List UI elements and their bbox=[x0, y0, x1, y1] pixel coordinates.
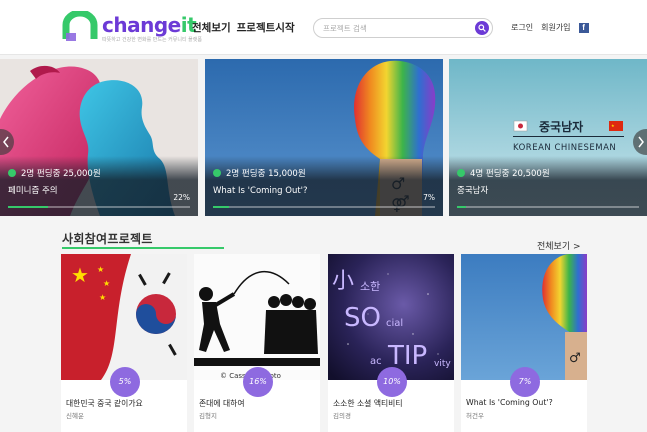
slide-funding: 4명 펀딩중 20,500원 bbox=[457, 167, 550, 179]
carousel-next-button[interactable] bbox=[633, 129, 647, 155]
slide-progress-bar bbox=[8, 206, 190, 208]
whip-image: © Cassiu... Photo bbox=[194, 254, 320, 380]
card-title: What Is 'Coming Out'? bbox=[466, 398, 553, 407]
slide-funding: 2명 펀딩중 25,000원 bbox=[8, 167, 101, 179]
carousel-slide[interactable]: 2명 펀딩중 25,000원 페미니즘 주의 22% bbox=[0, 59, 198, 216]
progress-badge: 10% bbox=[377, 367, 407, 397]
logo[interactable]: changeit 따뜻하고 건강한 변화를 만드는 커뮤니티 플랫폼 bbox=[62, 9, 202, 45]
project-card[interactable]: ★ ★ ★ ★ 5% 대한민국 중국 같이가요 신혜운 bbox=[61, 254, 187, 432]
search-button[interactable] bbox=[475, 21, 489, 35]
card-title: 소소한 소셜 액티비티 bbox=[333, 399, 403, 408]
search-icon bbox=[478, 24, 486, 32]
img-word: vity bbox=[434, 359, 451, 369]
search-box bbox=[313, 18, 493, 38]
img-word: ac bbox=[370, 356, 382, 367]
card-author: 허건우 bbox=[466, 412, 484, 420]
svg-text:★: ★ bbox=[97, 265, 104, 274]
overlay-subtitle: KOREAN CHINESEMAN bbox=[513, 143, 616, 153]
chevron-right-icon bbox=[638, 136, 644, 148]
auth-links: 로그인 회원가입 f bbox=[511, 22, 589, 33]
carousel-slide[interactable]: ♂ ⚤ 2명 펀딩중 15,000원 What Is 'Coming Out'?… bbox=[205, 59, 443, 216]
facebook-icon[interactable]: f bbox=[578, 22, 589, 33]
card-title: 대한민국 중국 같이가요 bbox=[66, 399, 143, 408]
progress-badge: 7% bbox=[510, 367, 540, 397]
funding-icon bbox=[457, 169, 465, 177]
see-all-link[interactable]: 전체보기 > bbox=[537, 239, 581, 252]
login-link[interactable]: 로그인 bbox=[511, 22, 533, 33]
img-word: SO bbox=[344, 303, 381, 333]
svg-text:★: ★ bbox=[103, 279, 110, 288]
section-underline bbox=[62, 247, 224, 249]
carousel-prev-button[interactable] bbox=[0, 129, 14, 155]
progress-badge: 16% bbox=[243, 367, 273, 397]
signup-link[interactable]: 회원가입 bbox=[541, 22, 570, 33]
svg-text:★: ★ bbox=[611, 123, 615, 128]
slide-title: 페미니즘 주의 bbox=[8, 186, 58, 196]
slide-progress-fill bbox=[457, 206, 467, 208]
project-card[interactable]: 小 소한 SO cial ac TIP vity 10% 소소한 소셜 액티비티… bbox=[328, 254, 454, 432]
slide-progress-fill bbox=[8, 206, 49, 208]
project-card[interactable]: ♂ 7% What Is 'Coming Out'? 허건우 bbox=[461, 254, 587, 432]
funding-icon bbox=[8, 169, 16, 177]
funding-icon bbox=[213, 169, 221, 177]
carousel-slide[interactable]: ★ 중국남자 KOREAN CHINESEMAN 4명 펀딩중 20,500원 … bbox=[449, 59, 647, 216]
slide-title: 중국남자 bbox=[457, 186, 489, 196]
rainbow-fist-image: ♂ bbox=[461, 254, 587, 380]
slide-progress-fill bbox=[213, 206, 229, 208]
card-thumbnail: ♂ bbox=[461, 254, 587, 380]
img-word: cial bbox=[386, 318, 403, 329]
card-author: 김형지 bbox=[199, 412, 217, 420]
featured-carousel: 2명 펀딩중 25,000원 페미니즘 주의 22% ♂ ⚤ 2명 펀딩중 15… bbox=[0, 59, 647, 216]
chevron-left-icon bbox=[3, 136, 9, 148]
section-title: 사회참여프로젝트 bbox=[62, 232, 153, 246]
slide-progress-bar bbox=[213, 206, 435, 208]
card-author: 신혜운 bbox=[66, 412, 84, 420]
nav-all[interactable]: 전체보기 bbox=[192, 20, 231, 35]
svg-text:★: ★ bbox=[71, 263, 89, 287]
galaxy-image: 小 소한 SO cial ac TIP vity bbox=[328, 254, 454, 380]
main-nav: 전체보기 프로젝트시작 bbox=[192, 20, 295, 35]
search-input[interactable] bbox=[323, 22, 473, 35]
card-author: 김의경 bbox=[333, 412, 351, 420]
card-thumbnail: ★ ★ ★ ★ bbox=[61, 254, 187, 380]
progress-badge: 5% bbox=[110, 367, 140, 397]
card-thumbnail: 小 소한 SO cial ac TIP vity bbox=[328, 254, 454, 380]
header: changeit 따뜻하고 건강한 변화를 만드는 커뮤니티 플랫폼 전체보기 … bbox=[0, 0, 647, 55]
overlay-title: 중국남자 bbox=[539, 119, 583, 134]
flags-image: ★ ★ ★ ★ bbox=[61, 254, 187, 380]
slide-title: What Is 'Coming Out'? bbox=[213, 186, 308, 196]
slide-funding: 2명 펀딩중 15,000원 bbox=[213, 167, 306, 179]
svg-text:♂: ♂ bbox=[569, 351, 581, 366]
logo-tagline: 따뜻하고 건강한 변화를 만드는 커뮤니티 플랫폼 bbox=[102, 37, 202, 43]
img-word: 小 bbox=[332, 269, 354, 294]
svg-text:★: ★ bbox=[99, 293, 106, 302]
card-title: 존대에 대하여 bbox=[199, 399, 245, 408]
logo-mark-icon bbox=[62, 11, 98, 41]
project-card[interactable]: © Cassiu... Photo 16% 존대에 대하여 김형지 bbox=[194, 254, 320, 432]
logo-text: changeit bbox=[102, 13, 197, 37]
slide-progress-bar bbox=[457, 206, 639, 208]
slide-percent: 22% bbox=[173, 193, 190, 202]
nav-start-project[interactable]: 프로젝트시작 bbox=[237, 20, 295, 35]
card-thumbnail: © Cassiu... Photo bbox=[194, 254, 320, 380]
slide-percent: 7% bbox=[423, 193, 435, 202]
img-word: 소한 bbox=[360, 280, 380, 293]
